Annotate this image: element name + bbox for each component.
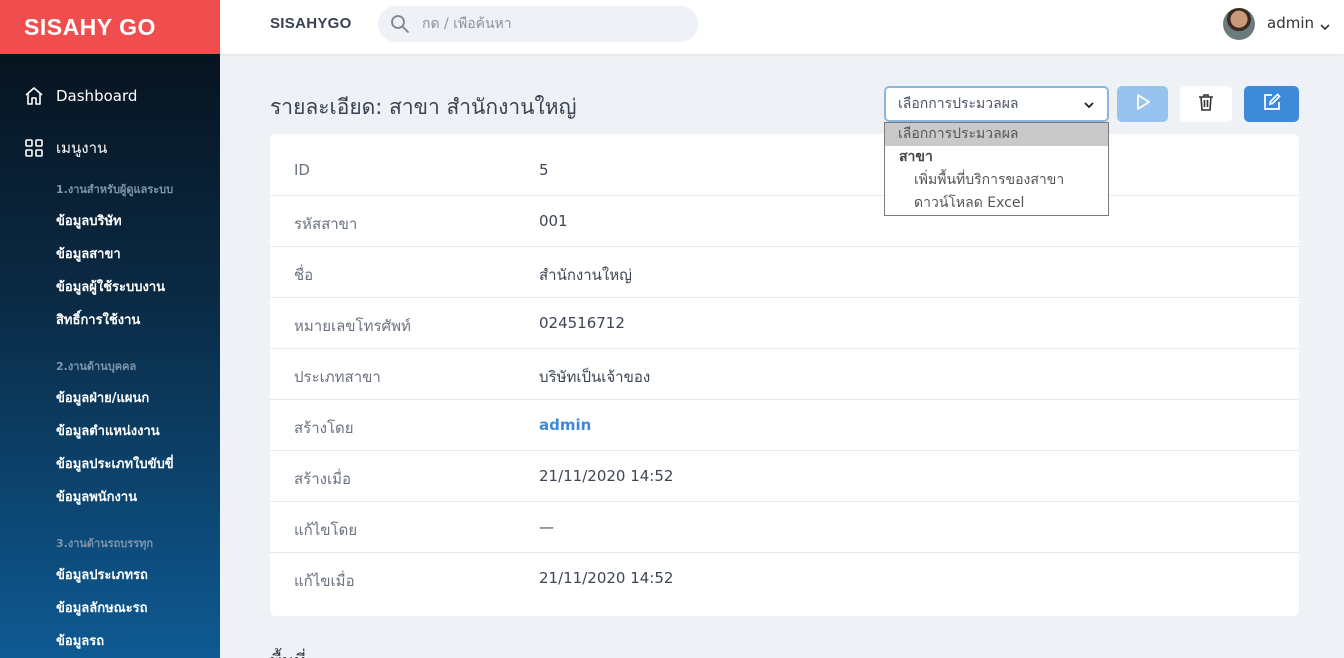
process-dropdown-list: เลือกการประมวลผล สาขา เพิ่มพื้นที่บริการ… (884, 122, 1109, 216)
sidebar-item-departments[interactable]: ข้อมูลฝ่าย/แผนก (56, 387, 149, 408)
detail-label: แก้ไขโดย (294, 521, 358, 539)
search-icon (390, 14, 410, 34)
dropdown-option-download-excel[interactable]: ดาวน์โหลด Excel (885, 192, 1108, 215)
user-name: admin (1267, 14, 1314, 32)
detail-value: 024516712 (539, 314, 625, 332)
created-by-link[interactable]: admin (539, 416, 591, 434)
delete-button[interactable] (1180, 86, 1232, 122)
detail-value: — (539, 518, 554, 536)
detail-label: สร้างโดย (294, 419, 354, 437)
detail-row-code: รหัสสาขา 001 (270, 196, 1299, 247)
avatar[interactable] (1223, 8, 1255, 40)
detail-value: 21/11/2020 14:52 (539, 569, 674, 587)
sidebar-section-title: 1.งานสำหรับผู้ดูแลระบบ (56, 183, 174, 196)
dropdown-option-add-service-area[interactable]: เพิ่มพื้นที่บริการของสาขา (885, 169, 1108, 192)
detail-row-updated-at: แก้ไขเมื่อ 21/11/2020 14:52 (270, 553, 1299, 604)
user-menu[interactable]: admin (1267, 14, 1330, 32)
play-icon (1133, 92, 1153, 116)
detail-value: 21/11/2020 14:52 (539, 467, 674, 485)
sidebar: SISAHY GO Dashboard เมนูงาน 1.งานสำหรับผ… (0, 0, 220, 658)
detail-card: ID 5 รหัสสาขา 001 ชื่อ สำนักงานใหญ่ หมาย… (270, 134, 1299, 616)
sidebar-item-label: เมนูงาน (56, 139, 108, 157)
detail-label: สร้างเมื่อ (294, 470, 351, 488)
sidebar-item-vehicles[interactable]: ข้อมูลรถ (56, 630, 104, 651)
detail-value: 5 (539, 161, 549, 179)
detail-row-created-by: สร้างโดย admin (270, 400, 1299, 451)
sidebar-section-title: 2.งานด้านบุคคล (56, 360, 137, 373)
sidebar-item-label: Dashboard (56, 87, 138, 105)
detail-label: รหัสสาขา (294, 215, 358, 233)
sidebar-section-title: 3.งานด้านรถบรรทุก (56, 537, 154, 550)
sidebar-item-branch[interactable]: ข้อมูลสาขา (56, 243, 121, 264)
home-icon (24, 86, 44, 106)
grid-icon (24, 138, 44, 158)
brand-logo[interactable]: SISAHY GO (0, 0, 220, 54)
sidebar-item-dashboard[interactable]: Dashboard (0, 86, 137, 106)
top-header: SISAHYGO admin (220, 0, 1344, 54)
select-value: เลือกการประมวลผล (898, 96, 1019, 112)
header-title[interactable]: SISAHYGO (270, 15, 352, 32)
detail-row-updated-by: แก้ไขโดย — (270, 502, 1299, 553)
section-heading-service-area: พื้นที่ (270, 646, 306, 658)
page-title: รายละเอียด: สาขา สำนักงานใหญ่ (270, 95, 577, 119)
detail-row-id: ID 5 (270, 145, 1299, 196)
detail-value: บริษัทเป็นเจ้าของ (539, 368, 651, 386)
chevron-down-icon (1083, 99, 1095, 111)
sidebar-item-vehicle-styles[interactable]: ข้อมูลลักษณะรถ (56, 597, 148, 618)
dropdown-group-label: สาขา (899, 149, 933, 165)
process-select[interactable]: เลือกการประมวลผล (884, 86, 1109, 122)
sidebar-item-positions[interactable]: ข้อมูลตำแหน่งงาน (56, 420, 160, 441)
dropdown-option-placeholder[interactable]: เลือกการประมวลผล (885, 123, 1108, 146)
edit-icon (1262, 92, 1282, 116)
search-box[interactable] (378, 6, 698, 42)
sidebar-item-company[interactable]: ข้อมูลบริษัท (56, 210, 122, 231)
detail-row-branch-type: ประเภทสาขา บริษัทเป็นเจ้าของ (270, 349, 1299, 400)
trash-icon (1196, 92, 1216, 116)
detail-row-name: ชื่อ สำนักงานใหญ่ (270, 247, 1299, 298)
sidebar-item-menu[interactable]: เมนูงาน (0, 138, 107, 158)
detail-row-phone: หมายเลขโทรศัพท์ 024516712 (270, 298, 1299, 349)
detail-row-created-at: สร้างเมื่อ 21/11/2020 14:52 (270, 451, 1299, 502)
detail-value: สำนักงานใหญ่ (539, 266, 632, 284)
sidebar-item-vehicle-types[interactable]: ข้อมูลประเภทรถ (56, 564, 148, 585)
detail-label: ID (294, 161, 310, 179)
detail-label: ประเภทสาขา (294, 368, 381, 386)
sidebar-item-users[interactable]: ข้อมูลผู้ใช้ระบบงาน (56, 276, 165, 297)
detail-label: ชื่อ (294, 266, 314, 284)
sidebar-item-employees[interactable]: ข้อมูลพนักงาน (56, 486, 137, 507)
detail-value: 001 (539, 212, 568, 230)
detail-label: หมายเลขโทรศัพท์ (294, 317, 411, 335)
sidebar-item-license-types[interactable]: ข้อมูลประเภทใบขับขี่ (56, 453, 174, 474)
chevron-down-icon (1320, 18, 1330, 31)
run-button[interactable] (1117, 86, 1168, 122)
search-input[interactable] (422, 16, 682, 32)
sidebar-item-permissions[interactable]: สิทธิ์การใช้งาน (56, 309, 140, 330)
detail-label: แก้ไขเมื่อ (294, 572, 355, 590)
edit-button[interactable] (1244, 86, 1299, 122)
